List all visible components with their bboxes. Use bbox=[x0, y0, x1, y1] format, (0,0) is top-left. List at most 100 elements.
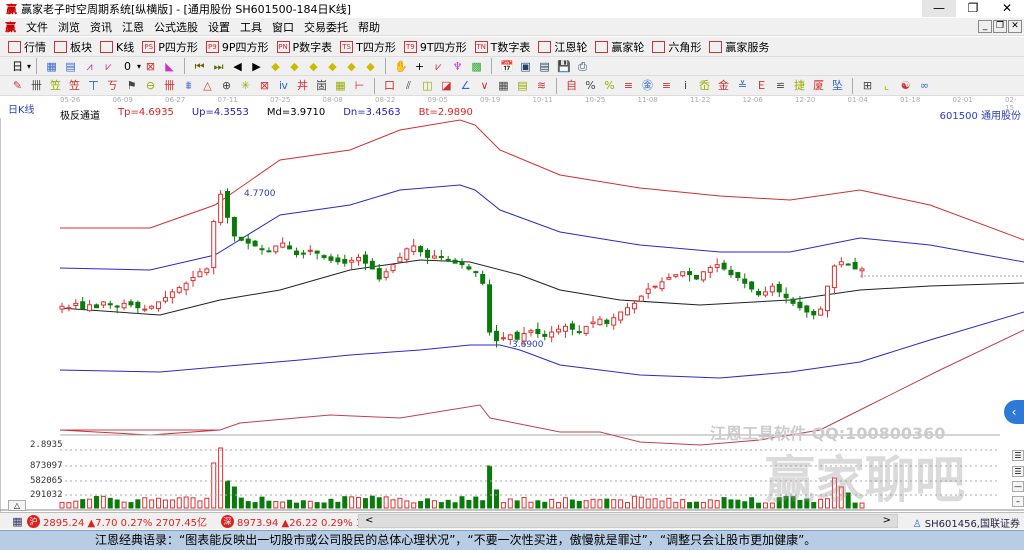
side-button-4[interactable]: – bbox=[1012, 496, 1024, 507]
side-button-3[interactable]: — bbox=[1012, 481, 1024, 492]
expand-icon[interactable]: ◆ bbox=[307, 60, 320, 73]
zoom-in-icon[interactable]: ◆ bbox=[269, 60, 282, 73]
mdi-minimize-button[interactable]: _ bbox=[978, 20, 992, 33]
toolbar-item-1[interactable]: 板块 bbox=[54, 39, 92, 55]
last-icon[interactable]: ⏭ bbox=[212, 60, 225, 73]
chart-icon[interactable]: ▦ bbox=[45, 60, 58, 73]
menu-file[interactable]: 文件 bbox=[26, 19, 48, 35]
drawing-tool-icon-15[interactable]: 丼 bbox=[296, 79, 309, 92]
toolbar-item-5[interactable]: PN P数字表 bbox=[276, 39, 332, 55]
toolbar-item-9[interactable]: 江恩轮 bbox=[538, 39, 587, 55]
toolbar-item-10[interactable]: 赢家轮 bbox=[595, 39, 644, 55]
drawing-tool-icon-22[interactable]: ◫ bbox=[421, 79, 434, 92]
drawing-tool-icon-5[interactable]: ㄎ bbox=[106, 79, 119, 92]
menu-help[interactable]: 帮助 bbox=[358, 19, 380, 35]
scroll-left-button[interactable]: < bbox=[365, 515, 373, 527]
drawing-tool-icon-10[interactable]: △ bbox=[201, 79, 214, 92]
drawing-tool-icon-8[interactable]: 卌 bbox=[163, 79, 176, 92]
drawing-tool-icon-16[interactable]: 崮 bbox=[315, 79, 328, 92]
drawing-tool-icon-14[interactable]: ⅳ bbox=[277, 79, 290, 92]
drawing-tool-icon-42[interactable]: 捷 bbox=[793, 79, 806, 92]
first-icon[interactable]: ⏮ bbox=[193, 60, 206, 73]
drawing-tool-icon-32[interactable]: % bbox=[603, 79, 616, 92]
menu-info[interactable]: 资讯 bbox=[90, 19, 112, 35]
down-icon[interactable]: ◆ bbox=[364, 60, 377, 73]
toolbar-item-11[interactable]: 六角形 bbox=[652, 39, 701, 55]
drawing-tool-icon-3[interactable]: 笠 bbox=[68, 79, 81, 92]
drawing-tool-icon-39[interactable]: ≚ bbox=[736, 79, 749, 92]
menu-gann[interactable]: 江恩 bbox=[122, 19, 144, 35]
drawing-tool-icon-40[interactable]: Ｅ bbox=[755, 79, 768, 92]
collapse-button[interactable]: △ bbox=[8, 500, 26, 511]
kline-up-icon[interactable]: ⩘ bbox=[83, 60, 96, 73]
drawing-tool-icon-38[interactable]: 金 bbox=[717, 79, 730, 92]
line-tool-icon[interactable]: ⩗ bbox=[432, 60, 445, 73]
drawing-tool-icon-41[interactable]: ≌ bbox=[774, 79, 787, 92]
drawing-tool-icon-26[interactable]: ▦ bbox=[497, 79, 510, 92]
drawing-tool-icon-9[interactable]: ⩩ bbox=[182, 79, 195, 92]
mdi-close-button[interactable]: ✕ bbox=[1008, 20, 1022, 33]
menu-window[interactable]: 窗口 bbox=[272, 19, 294, 35]
calculator-icon[interactable]: ▦ bbox=[11, 515, 24, 528]
period-select[interactable]: 日 bbox=[11, 60, 24, 73]
save-icon[interactable]: 💾 bbox=[557, 60, 571, 73]
drawing-tool-icon-46[interactable]: ⊞ bbox=[861, 79, 874, 92]
toolbar-item-12[interactable]: 赢家服务 bbox=[709, 39, 769, 55]
drawing-tool-icon-7[interactable]: ⊖ bbox=[144, 79, 157, 92]
drawing-tool-icon-43[interactable]: 厦 bbox=[812, 79, 825, 92]
drawing-tool-icon-13[interactable]: ⊠ bbox=[258, 79, 271, 92]
drawing-tool-icon-20[interactable]: 口 bbox=[383, 79, 396, 92]
toolbar-item-7[interactable]: T9 9T四方形 bbox=[403, 39, 467, 55]
drawing-tool-icon-11[interactable]: ⊕ bbox=[220, 79, 233, 92]
doc-icon[interactable]: ▤ bbox=[64, 60, 77, 73]
toolbar-item-3[interactable]: PS P四方形 bbox=[142, 39, 198, 55]
sh-index[interactable]: 2895.24 ▲7.70 0.27% 2707.45亿 bbox=[43, 514, 207, 529]
hand-icon[interactable]: ✋ bbox=[394, 60, 408, 73]
calendar-icon[interactable]: 📅 bbox=[500, 60, 514, 73]
drawing-tool-icon-33[interactable]: ≡ bbox=[622, 79, 635, 92]
drawing-tool-icon-6[interactable]: ⚑ bbox=[125, 79, 138, 92]
toolbar-item-2[interactable]: K线 bbox=[100, 39, 134, 55]
prev-icon[interactable]: ◀ bbox=[231, 60, 244, 73]
drawing-tool-icon-25[interactable]: ∨ bbox=[478, 79, 491, 92]
zero-select[interactable]: 0 bbox=[121, 60, 134, 73]
calculator-icon[interactable]: ▣ bbox=[519, 60, 532, 73]
toolbar-item-6[interactable]: TS T四方形 bbox=[340, 39, 396, 55]
minimize-button[interactable]: — bbox=[922, 0, 956, 17]
drawing-tool-icon-4[interactable]: ㄒ bbox=[87, 79, 100, 92]
drawing-tool-icon-30[interactable]: ⾃ bbox=[565, 79, 578, 92]
side-button-2[interactable]: ☰ bbox=[1012, 466, 1024, 477]
scroll-right-button[interactable]: > bbox=[883, 515, 891, 527]
shrink-icon[interactable]: ◆ bbox=[326, 60, 339, 73]
security-indicator[interactable]: ♙ SH601456,国联证券 bbox=[913, 515, 1020, 530]
drawing-tool-icon-47[interactable]: ⌞ bbox=[880, 79, 893, 92]
close-button[interactable]: ✕ bbox=[990, 0, 1024, 17]
maximize-button[interactable]: ❐ bbox=[956, 0, 990, 17]
zoom-out-icon[interactable]: ◆ bbox=[288, 60, 301, 73]
pattern-icon[interactable]: ♆ bbox=[451, 60, 464, 73]
horizontal-scrollbar[interactable]: < > bbox=[358, 514, 898, 528]
drawing-tool-icon-36[interactable]: ⅰ bbox=[679, 79, 692, 92]
cross-icon[interactable]: ⊠ bbox=[144, 60, 157, 73]
kline-down-icon[interactable]: ⩗ bbox=[102, 60, 115, 73]
drawing-tool-icon-35[interactable]: ≡ bbox=[660, 79, 673, 92]
toolbar-item-8[interactable]: TN T数字表 bbox=[474, 39, 530, 55]
crosshair-icon[interactable]: + bbox=[413, 60, 426, 73]
drawing-tool-icon-12[interactable]: ✳ bbox=[239, 79, 252, 92]
drawing-tool-icon-24[interactable]: ∠ bbox=[459, 79, 472, 92]
drawing-tool-icon-27[interactable]: ▤ bbox=[516, 79, 529, 92]
side-button-1[interactable]: ☰ bbox=[1012, 450, 1024, 461]
drawing-tool-icon-1[interactable]: 卌 bbox=[30, 79, 43, 92]
drawing-tool-icon-44[interactable]: 坠 bbox=[831, 79, 844, 92]
menu-formula[interactable]: 公式选股 bbox=[154, 19, 198, 35]
drawing-tool-icon-37[interactable]: 岙 bbox=[698, 79, 711, 92]
up-icon[interactable]: ◆ bbox=[345, 60, 358, 73]
drawing-tool-icon-49[interactable]: ∞ bbox=[918, 79, 931, 92]
drawing-tool-icon-2[interactable]: 笠 bbox=[49, 79, 62, 92]
drawing-tool-icon-17[interactable]: ▦ bbox=[334, 79, 347, 92]
drawing-tool-icon-18[interactable]: ⊢ bbox=[353, 79, 366, 92]
next-icon[interactable]: ▶ bbox=[250, 60, 263, 73]
grid-tool-icon[interactable]: ▩ bbox=[470, 60, 483, 73]
menu-trade[interactable]: 交易委托 bbox=[304, 19, 348, 35]
drawing-tool-icon-34[interactable]: ㊎ bbox=[641, 79, 654, 92]
